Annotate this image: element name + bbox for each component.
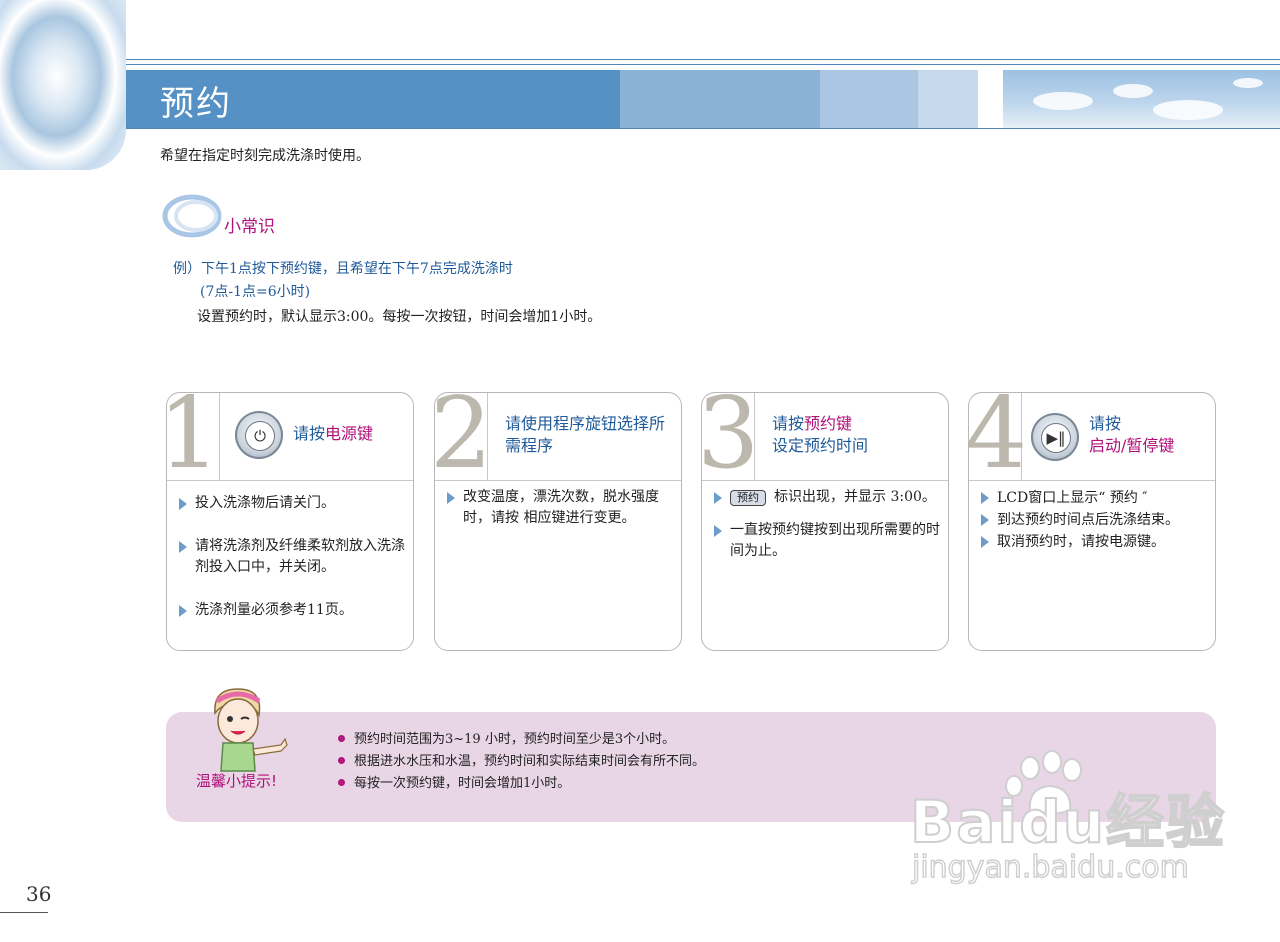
step-bullets: 投入洗涤物后请关门。 请将洗涤剂及纤维柔软剂放入洗涤剂投入口中，并关闭。 洗涤剂… — [179, 493, 409, 621]
page-number-rule — [0, 912, 48, 913]
step-heading: 请按预约键 设定预约时间 — [772, 414, 869, 455]
tip-default-note: 设置预约时，默认显示3:00。每按一次按钮，时间会增加1小时。 — [197, 309, 602, 325]
girl-mascot-icon — [214, 688, 288, 772]
watermark-brand: Baidu经验 — [909, 787, 1227, 857]
tip-rings-icon — [162, 194, 222, 238]
list-item: 根据进水水压和水温，预约时间和实际结束时间会有所不同。 — [338, 751, 705, 773]
list-item: 每按一次预约键，时间会增加1小时。 — [338, 773, 705, 795]
corner-water-art — [0, 0, 126, 170]
list-item: 预约时间范围为3~19 小时，预约时间至少是3个小时。 — [338, 729, 705, 751]
step-heading: 请使用程序旋钮选择所 需程序 — [505, 414, 666, 455]
list-item: 改变温度，漂洗次数，脱水强度时，请按 相应键进行变更。 — [447, 487, 679, 529]
list-item: 取消预约时，请按电源键。 — [981, 531, 1213, 553]
tip-example: 例）下午1点按下预约键，且希望在下午7点完成洗涤时 — [173, 261, 513, 277]
header-rule — [126, 64, 1280, 65]
step-bullets: LCD窗口上显示“ 预约 ″ 到达预约时间点后洗涤结束。 取消预约时，请按电源键… — [981, 487, 1213, 553]
list-item: 请将洗涤剂及纤维柔软剂放入洗涤剂投入口中，并关闭。 — [179, 536, 409, 578]
list-item: 洗涤剂量必须参考11页。 — [179, 600, 409, 621]
power-icon: ⏻ — [235, 411, 283, 459]
step-number: 3 — [697, 377, 760, 491]
tip-heading: 小常识 — [224, 217, 275, 237]
watermark-url: jingyan.baidu.com — [911, 849, 1189, 885]
reservation-badge: 预约 — [730, 490, 766, 506]
step-heading: 请按电源键 — [293, 424, 374, 443]
page-subtitle: 希望在指定时刻完成洗涤时使用。 — [160, 148, 370, 164]
step-bullets: 改变温度，漂洗次数，脱水强度时，请按 相应键进行变更。 — [447, 487, 679, 529]
step-heading: 请按 启动/暂停键 — [1089, 414, 1175, 455]
tip-example-calc: (7点-1点=6小时) — [200, 284, 311, 300]
step-number: 4 — [965, 377, 1028, 491]
title-bar — [126, 70, 1280, 128]
page-number: 36 — [26, 882, 52, 906]
header-rule — [126, 59, 1280, 60]
sky-image — [1003, 70, 1280, 128]
warm-tips-label: 温馨小提示! — [196, 772, 278, 790]
page-title: 预约 — [160, 84, 232, 124]
list-item: 投入洗涤物后请关门。 — [179, 493, 409, 514]
header-rule — [126, 128, 1280, 129]
play-pause-icon: ▶‖ — [1031, 413, 1079, 461]
step-number: 2 — [430, 377, 493, 491]
list-item: 到达预约时间点后洗涤结束。 — [981, 509, 1213, 531]
step-bullets: 预约 标识出现，并显示 3:00。 一直按预约键按到出现所需要的时间为止。 — [714, 487, 946, 562]
warm-tips-list: 预约时间范围为3~19 小时，预约时间至少是3个小时。 根据进水水压和水温，预约… — [338, 729, 705, 795]
list-item: 一直按预约键按到出现所需要的时间为止。 — [714, 520, 946, 562]
step-number: 1 — [158, 377, 221, 491]
